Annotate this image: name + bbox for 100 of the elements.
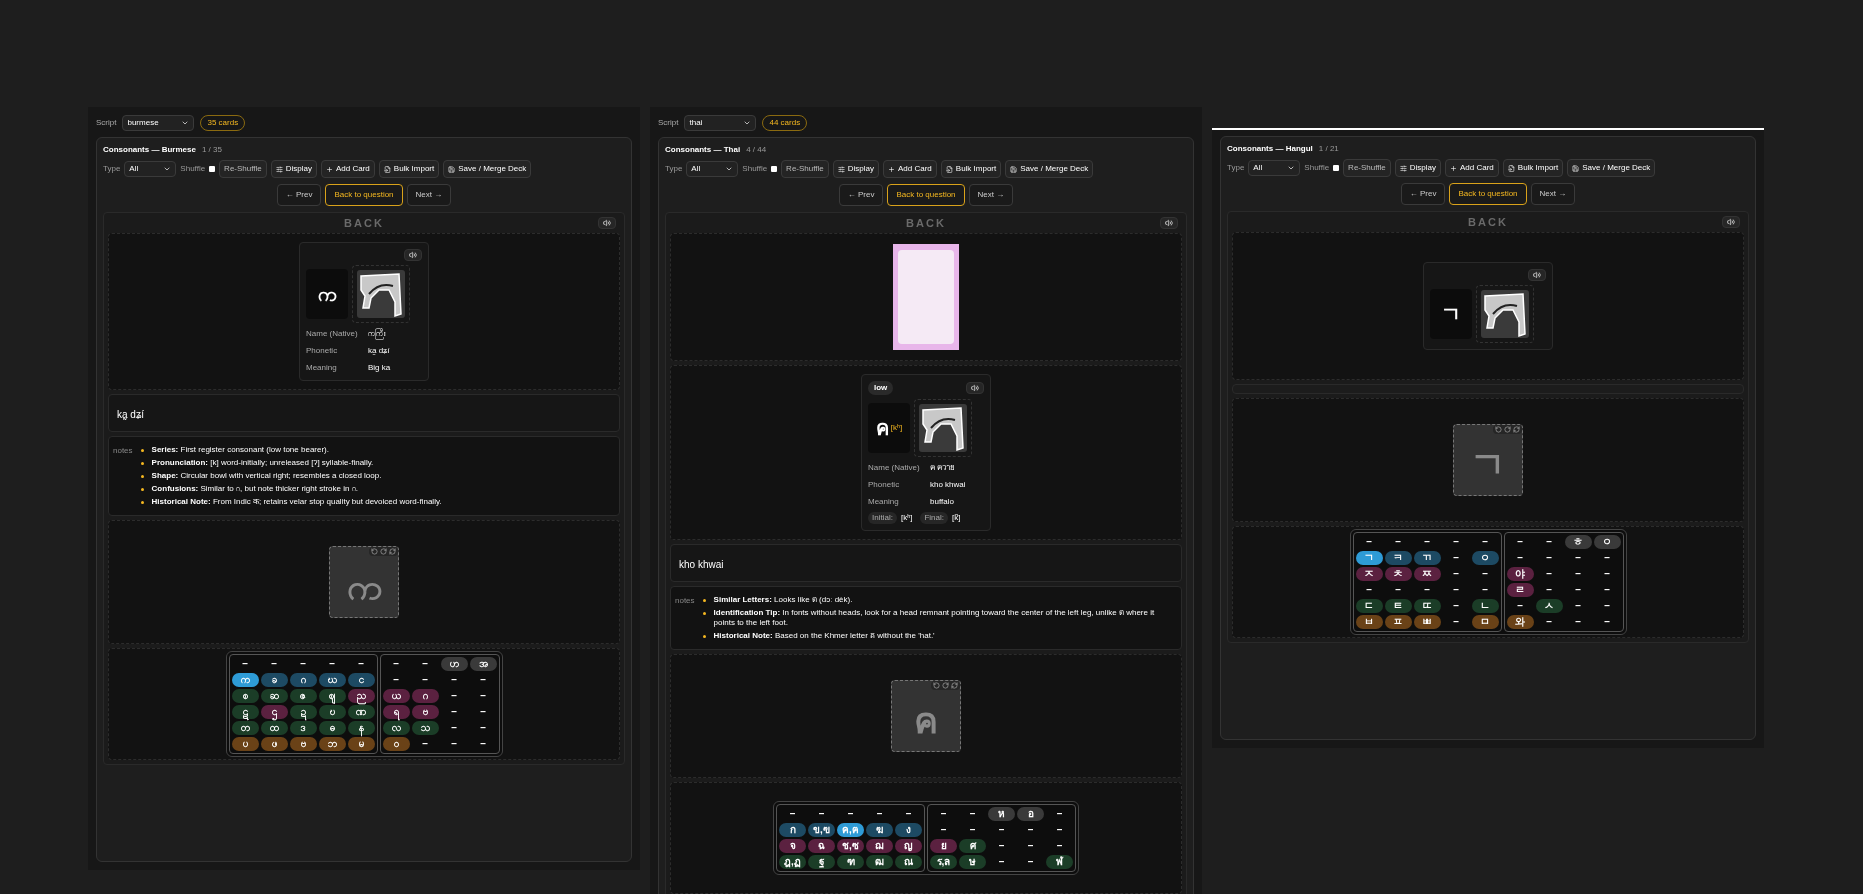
- table-cell[interactable]: ช,ซ: [837, 839, 864, 853]
- table-cell[interactable]: ญ: [895, 839, 922, 853]
- table-cell[interactable]: –: [440, 673, 468, 687]
- table-cell[interactable]: တ: [231, 721, 259, 735]
- table-cell[interactable]: –: [347, 657, 375, 671]
- table-cell[interactable]: ㅃ: [1413, 615, 1441, 629]
- redo-icon[interactable]: [380, 548, 387, 555]
- nav-button[interactable]: ← Prev: [1400, 183, 1446, 205]
- undo-icon[interactable]: [933, 682, 940, 689]
- table-cell[interactable]: မ: [347, 737, 375, 751]
- table-cell[interactable]: –: [1471, 535, 1499, 549]
- table-cell[interactable]: –: [1355, 535, 1383, 549]
- table-cell[interactable]: –: [1564, 551, 1592, 565]
- table-cell[interactable]: –: [1564, 615, 1592, 629]
- tracing-pad[interactable]: က: [329, 546, 399, 618]
- redo-icon[interactable]: [942, 682, 949, 689]
- table-cell[interactable]: –: [1442, 599, 1470, 613]
- toolbar-button[interactable]: Save / Merge Deck: [443, 160, 532, 178]
- toolbar-button[interactable]: Display: [1394, 159, 1441, 177]
- tracing-pad[interactable]: ㄱ: [1453, 424, 1523, 496]
- table-cell[interactable]: ဖ: [260, 737, 288, 751]
- table-cell[interactable]: –: [930, 807, 957, 821]
- table-cell[interactable]: –: [411, 657, 439, 671]
- table-cell[interactable]: จ: [779, 839, 806, 853]
- table-cell[interactable]: ㄴ: [1471, 599, 1499, 613]
- table-cell[interactable]: –: [1564, 567, 1592, 581]
- table-cell[interactable]: ฆ: [866, 823, 893, 837]
- shuffle-checkbox[interactable]: [771, 166, 778, 172]
- table-cell[interactable]: –: [1535, 615, 1563, 629]
- table-cell[interactable]: ㅍ: [1384, 615, 1412, 629]
- table-cell[interactable]: –: [440, 737, 468, 751]
- table-cell[interactable]: ศ: [959, 839, 986, 853]
- table-cell[interactable]: –: [1442, 615, 1470, 629]
- toolbar-button[interactable]: Save / Merge Deck: [1005, 160, 1094, 178]
- table-cell[interactable]: စ: [231, 689, 259, 703]
- table-cell[interactable]: ဍ: [289, 705, 317, 719]
- table-cell[interactable]: –: [1355, 583, 1383, 597]
- table-cell[interactable]: –: [1017, 823, 1044, 837]
- nav-button[interactable]: ← Prev: [838, 184, 884, 206]
- table-cell[interactable]: –: [260, 657, 288, 671]
- speaker-button[interactable]: [598, 217, 616, 229]
- table-cell[interactable]: –: [1535, 583, 1563, 597]
- table-cell[interactable]: ㄲ: [1413, 551, 1441, 565]
- table-cell[interactable]: ร,ล: [930, 855, 957, 869]
- table-cell[interactable]: –: [469, 689, 497, 703]
- undo-icon[interactable]: [1495, 426, 1502, 433]
- table-cell[interactable]: –: [1442, 535, 1470, 549]
- table-cell[interactable]: ဎ: [318, 705, 346, 719]
- table-cell[interactable]: –: [1535, 567, 1563, 581]
- table-cell[interactable]: ဋ: [231, 705, 259, 719]
- table-cell[interactable]: ณ: [895, 855, 922, 869]
- speaker-button[interactable]: [1722, 216, 1740, 228]
- table-cell[interactable]: ဈ: [318, 689, 346, 703]
- table-cell[interactable]: လ: [382, 721, 410, 735]
- table-cell[interactable]: –: [1046, 839, 1073, 853]
- table-cell[interactable]: ษ: [959, 855, 986, 869]
- table-cell[interactable]: င: [347, 673, 375, 687]
- table-cell[interactable]: –: [1564, 599, 1592, 613]
- table-cell[interactable]: –: [440, 689, 468, 703]
- table-cell[interactable]: –: [440, 705, 468, 719]
- nav-button[interactable]: Next →: [968, 184, 1014, 206]
- table-cell[interactable]: –: [1506, 551, 1534, 565]
- nav-button[interactable]: Back to question: [1449, 183, 1527, 205]
- table-cell[interactable]: –: [1471, 583, 1499, 597]
- table-cell[interactable]: ㅌ: [1384, 599, 1412, 613]
- table-cell[interactable]: –: [1017, 839, 1044, 853]
- table-cell[interactable]: –: [1535, 551, 1563, 565]
- speaker-button[interactable]: [1160, 217, 1178, 229]
- table-cell[interactable]: –: [988, 855, 1015, 869]
- table-cell[interactable]: ย: [930, 839, 957, 853]
- table-cell[interactable]: –: [440, 721, 468, 735]
- table-cell[interactable]: ဘ: [318, 737, 346, 751]
- table-cell[interactable]: ㄹ: [1506, 583, 1534, 597]
- table-cell[interactable]: ည: [347, 689, 375, 703]
- table-cell[interactable]: –: [1471, 567, 1499, 581]
- table-cell[interactable]: ဗ: [289, 737, 317, 751]
- table-cell[interactable]: –: [411, 737, 439, 751]
- table-cell[interactable]: –: [469, 721, 497, 735]
- table-cell[interactable]: –: [988, 839, 1015, 853]
- table-cell[interactable]: ဂ: [289, 673, 317, 687]
- toolbar-button[interactable]: Re-Shuffle: [219, 160, 267, 178]
- table-cell[interactable]: သ: [411, 721, 439, 735]
- type-select[interactable]: All: [124, 161, 177, 177]
- table-cell[interactable]: ฑ: [837, 855, 864, 869]
- table-cell[interactable]: –: [1506, 599, 1534, 613]
- toolbar-button[interactable]: Add Card: [883, 160, 937, 178]
- toolbar-button[interactable]: Display: [832, 160, 879, 178]
- table-cell[interactable]: –: [1442, 567, 1470, 581]
- script-select[interactable]: burmese: [122, 115, 195, 131]
- table-cell[interactable]: ㄷ: [1355, 599, 1383, 613]
- table-cell[interactable]: ก: [779, 823, 806, 837]
- table-cell[interactable]: ခ: [260, 673, 288, 687]
- table-cell[interactable]: –: [382, 657, 410, 671]
- table-cell[interactable]: –: [866, 807, 893, 821]
- table-cell[interactable]: ယ: [382, 689, 410, 703]
- table-cell[interactable]: –: [959, 823, 986, 837]
- nav-button[interactable]: Back to question: [887, 184, 965, 206]
- table-cell[interactable]: ဟ: [440, 657, 468, 671]
- table-cell[interactable]: –: [1593, 599, 1621, 613]
- shuffle-checkbox[interactable]: [209, 166, 216, 172]
